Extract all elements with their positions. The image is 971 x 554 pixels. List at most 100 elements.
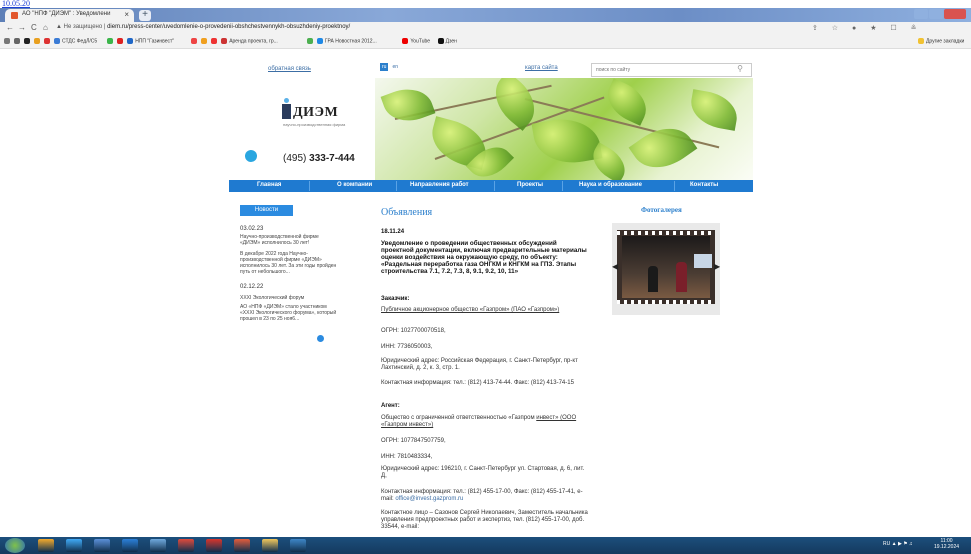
photo-gallery[interactable] bbox=[612, 223, 720, 315]
menu-home[interactable]: Главная bbox=[257, 182, 281, 188]
other-bookmarks[interactable]: Другие закладки bbox=[918, 38, 964, 44]
taskbar-app-icon[interactable] bbox=[38, 539, 54, 552]
bookmark-item[interactable] bbox=[34, 38, 42, 44]
bookmark-icon bbox=[437, 38, 444, 44]
agent-label: Агент: bbox=[381, 403, 400, 409]
taskbar-app-icon[interactable] bbox=[178, 539, 194, 552]
gallery-next-icon[interactable]: ▶ bbox=[714, 262, 720, 271]
bookmark-icon bbox=[316, 38, 323, 44]
security-warning[interactable]: ▲ Не защищено bbox=[56, 24, 102, 30]
taskbar-app-icon[interactable] bbox=[94, 539, 110, 552]
bookmark-icon bbox=[44, 38, 50, 44]
gallery-photo[interactable] bbox=[622, 236, 712, 298]
bookmark-item[interactable]: ГРА Новостная 2012... bbox=[316, 38, 377, 44]
maximize-icon[interactable] bbox=[929, 9, 943, 19]
taskbar-app-icon[interactable] bbox=[122, 539, 138, 552]
gallery-title[interactable]: Фотогалерея bbox=[641, 206, 682, 214]
taskbar-app-icon[interactable] bbox=[150, 539, 166, 552]
bookmark-item[interactable] bbox=[201, 38, 209, 44]
menu-directions[interactable]: Направления работ bbox=[410, 182, 469, 188]
search-box[interactable]: ⚲ bbox=[591, 63, 752, 77]
bookmark-item[interactable] bbox=[44, 38, 52, 44]
bookmark-item[interactable] bbox=[191, 38, 199, 44]
news-button[interactable]: Новости bbox=[240, 205, 293, 216]
news-link[interactable]: Научно-производственной фирме «ДИЭМ» исп… bbox=[240, 234, 340, 246]
bookmark-item[interactable]: Аренда проекта, гр... bbox=[221, 38, 278, 44]
news-text: АО «НПФ «ДИЭМ» стало участником «XXXI Эк… bbox=[240, 304, 337, 322]
menu-about[interactable]: О компании bbox=[337, 182, 372, 188]
top-link[interactable]: 10.05.20 bbox=[2, 0, 30, 8]
news-date: 02.12.22 bbox=[240, 284, 264, 290]
tab-close-icon[interactable]: × bbox=[124, 10, 129, 19]
url-field[interactable]: ▲ Не защищено | diem.ru/press-center/uve… bbox=[56, 24, 350, 30]
browser-tab[interactable]: АО "НПФ "ДИЭМ" : Уведомлени × bbox=[5, 9, 134, 22]
top-strip bbox=[0, 0, 971, 8]
minimize-icon[interactable] bbox=[914, 9, 928, 19]
folder-icon bbox=[918, 38, 924, 44]
bookmark-item[interactable]: СТДС ФедЛ/С5 bbox=[54, 38, 97, 44]
logo-text[interactable]: ДИЭМ bbox=[293, 105, 338, 121]
sitemap-link[interactable]: карта сайта bbox=[525, 65, 558, 71]
bookmark-item[interactable] bbox=[24, 38, 32, 44]
bookmark-item[interactable]: Дзен bbox=[437, 38, 457, 44]
agent-ogrn: ОГРН: 1077847507759, bbox=[381, 438, 446, 444]
phone-number: (495) 333-7-444 bbox=[283, 153, 355, 164]
menu-science[interactable]: Наука и образование bbox=[579, 182, 642, 188]
bookmark-item[interactable] bbox=[4, 38, 12, 44]
phone-icon bbox=[245, 150, 257, 162]
bookmark-icon bbox=[24, 38, 30, 44]
news-link[interactable]: XXXI Экологический форум bbox=[240, 295, 340, 301]
taskbar-app-icon[interactable] bbox=[66, 539, 82, 552]
bookmark-icon bbox=[4, 38, 10, 44]
search-input[interactable] bbox=[596, 67, 716, 73]
bookmark-icon bbox=[54, 38, 60, 44]
new-tab-button[interactable]: + bbox=[139, 10, 151, 21]
lang-en[interactable]: en bbox=[392, 64, 398, 70]
taskbar-app-icon[interactable] bbox=[290, 539, 306, 552]
lang-ru[interactable]: ru bbox=[380, 63, 389, 71]
customer-name-link[interactable]: Публичное акционерное общество «Газпром»… bbox=[381, 307, 591, 314]
bookmark-icon bbox=[127, 38, 134, 44]
bookmark-item[interactable] bbox=[306, 38, 315, 44]
bookmark-icon bbox=[14, 38, 20, 44]
clock[interactable]: 11:00 19.12.2024 bbox=[934, 538, 959, 550]
agent-inn: ИНН: 7810483334, bbox=[381, 454, 433, 460]
logo-icon[interactable] bbox=[282, 98, 291, 119]
menu-contacts[interactable]: Контакты bbox=[690, 182, 718, 188]
bookmark-item[interactable] bbox=[211, 38, 219, 44]
bookmark-icon bbox=[107, 38, 114, 44]
window-controls bbox=[913, 9, 967, 20]
menu-projects[interactable]: Проекты bbox=[517, 182, 543, 188]
bookmark-item[interactable]: НПП "Газинвест" bbox=[127, 38, 174, 44]
agent-contacts: Контактная информация: тел.: (812) 455-1… bbox=[381, 489, 583, 502]
reload-icon[interactable]: C bbox=[31, 23, 37, 32]
taskbar bbox=[0, 537, 971, 554]
bookmark-item[interactable]: YouTube bbox=[402, 38, 430, 44]
home-icon[interactable]: ⌂ bbox=[43, 23, 48, 32]
taskbar-app-icon[interactable] bbox=[234, 539, 250, 552]
feedback-link[interactable]: обратная связь bbox=[268, 66, 311, 72]
bookmark-icon bbox=[306, 38, 313, 44]
hero-banner bbox=[375, 78, 753, 180]
language-switcher[interactable]: ru en bbox=[380, 63, 398, 71]
agent-name: Общество с ограниченной ответственностью… bbox=[381, 415, 577, 428]
contact-person: Контактное лицо – Сазонов Сергей Николае… bbox=[381, 510, 588, 530]
toolbar-icons[interactable]: ⇪ ☆ ● ★ ☐ ≗ bbox=[812, 24, 923, 32]
agent-email-link[interactable]: office@invest.gazprom.ru bbox=[395, 496, 463, 502]
system-tray[interactable]: RU ▲ ▶ ⚑ ♫ bbox=[883, 541, 913, 547]
forward-icon[interactable]: → bbox=[18, 23, 26, 32]
bookmark-icon bbox=[34, 38, 40, 44]
taskbar-app-icon[interactable] bbox=[206, 539, 222, 552]
more-news-icon[interactable] bbox=[317, 335, 324, 342]
taskbar-app-icon[interactable] bbox=[262, 539, 278, 552]
search-icon[interactable]: ⚲ bbox=[737, 64, 743, 73]
bookmark-item[interactable] bbox=[117, 38, 125, 44]
bookmark-item[interactable] bbox=[14, 38, 22, 44]
start-button[interactable] bbox=[5, 538, 25, 553]
close-window-icon[interactable] bbox=[944, 9, 966, 19]
article-date: 18.11.24 bbox=[381, 229, 405, 235]
bookmark-item[interactable] bbox=[107, 38, 115, 44]
gallery-prev-icon[interactable]: ◀ bbox=[612, 262, 618, 271]
bookmark-icon bbox=[117, 38, 124, 44]
back-icon[interactable]: ← bbox=[6, 23, 14, 32]
